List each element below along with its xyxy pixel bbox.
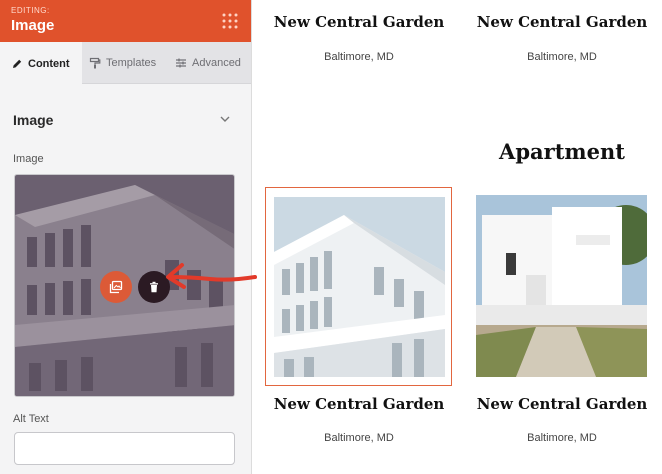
alt-text-input[interactable]: [14, 432, 235, 465]
editor-panel: EDITING: Image Content Templates Advance…: [0, 0, 252, 474]
card-location: Baltimore, MD: [527, 432, 597, 444]
tab-templates[interactable]: Templates: [89, 42, 169, 84]
sliders-icon: [176, 58, 186, 68]
tab-content-label: Content: [28, 57, 70, 70]
panel-title: Image: [11, 17, 55, 34]
card-title: New Central Garden: [273, 395, 445, 413]
replace-image-button[interactable]: [100, 271, 132, 303]
section-title[interactable]: Image: [13, 112, 53, 128]
card-title: New Central Garden: [476, 13, 648, 31]
tab-advanced-label: Advanced: [192, 57, 241, 69]
image-field-label: Image: [13, 153, 44, 165]
panel-tabs: Content Templates Advanced: [0, 42, 251, 85]
grip-dots-icon[interactable]: [220, 11, 240, 31]
building-image: [274, 197, 445, 377]
apartment-image: [476, 195, 647, 377]
card-location: Baltimore, MD: [324, 432, 394, 444]
building-photo[interactable]: [274, 197, 445, 377]
card-location: Baltimore, MD: [324, 51, 394, 63]
tab-advanced[interactable]: Advanced: [175, 42, 251, 84]
editing-label: EDITING:: [11, 6, 50, 15]
tab-templates-label: Templates: [106, 57, 157, 69]
apartment-photo[interactable]: [476, 195, 647, 377]
card-location: Baltimore, MD: [527, 51, 597, 63]
paint-roller-icon: [89, 57, 101, 69]
section-heading: Apartment: [499, 139, 625, 164]
chevron-down-icon[interactable]: [219, 113, 231, 125]
card-title: New Central Garden: [273, 13, 445, 31]
tab-content[interactable]: Content: [0, 42, 82, 85]
pencil-icon: [13, 59, 22, 68]
card-title: New Central Garden: [476, 395, 648, 413]
image-gallery-icon: [109, 280, 123, 294]
annotation-arrow-icon: [166, 263, 257, 289]
alt-text-label: Alt Text: [13, 413, 49, 425]
panel-header: EDITING: Image: [0, 0, 251, 42]
